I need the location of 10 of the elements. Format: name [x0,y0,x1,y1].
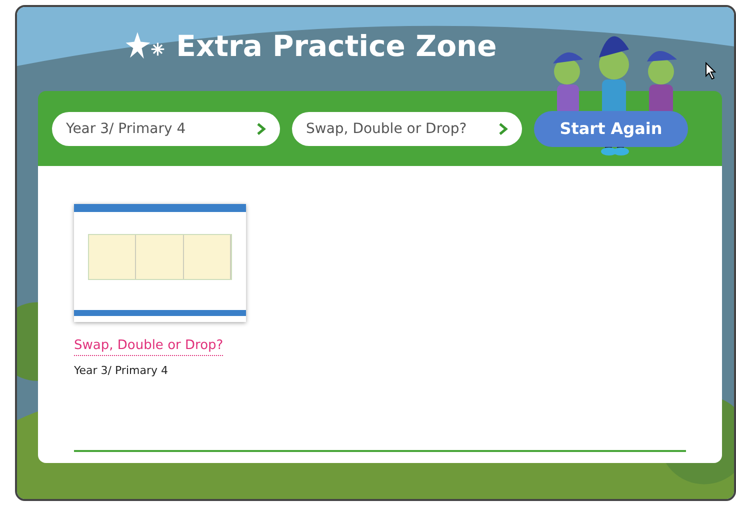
chevron-right-icon [256,122,266,136]
dropdown[interactable]: Swap, Double or Drop? [292,112,522,146]
page-title: Extra Practice Zone [176,29,497,63]
start-again-button[interactable]: Start Again [534,110,688,146]
dropdown[interactable]: Year 3/ Primary 4 [52,112,280,146]
activity-year-label: Year 3/ Primary 4 [74,364,168,377]
activity-screenshot-thumbnail[interactable] [74,204,246,322]
activity-link[interactable]: Swap, Double or Drop? [74,338,224,356]
mouse-cursor-icon [705,62,717,80]
chevron-right-icon [498,122,508,136]
